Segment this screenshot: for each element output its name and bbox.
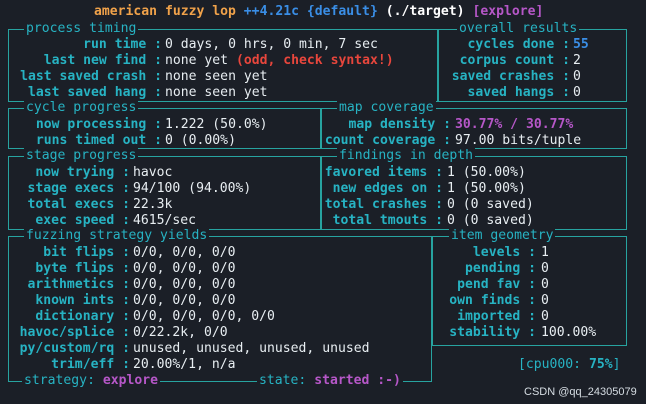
total-execs-value: 22.3k — [133, 197, 173, 212]
exec-speed-value: 4615/sec — [133, 213, 197, 228]
strategy-row-value: 0/0, 0/0, 0/0 — [133, 261, 236, 276]
last-new-find-row: none yet (odd, check syntax!) — [165, 53, 394, 69]
strategy-row-label: dictionary : — [35, 309, 130, 324]
strategy-yields-title: fuzzing strategy yields — [24, 228, 210, 244]
state-label: state: — [259, 373, 307, 388]
corpus-count-value: 2 — [573, 53, 581, 68]
cpu-value: 75% — [588, 357, 613, 372]
item-geometry-title: item geometry — [449, 228, 556, 244]
stage-execs-value: 94/100 (94.00%) — [133, 181, 252, 196]
stage-execs-label: stage execs : — [27, 181, 130, 196]
map-density-label: map density : — [348, 117, 451, 132]
favored-items-label: favored items : — [324, 165, 443, 180]
app-name: american fuzzy lop — [94, 4, 236, 19]
overall-results-title: overall results — [457, 21, 580, 37]
levels-label: levels : — [472, 245, 536, 260]
imported-value: 0 — [541, 309, 549, 324]
cpu-indicator: [cpu000: 75%] — [518, 357, 621, 373]
last-saved-crash-value: none seen yet — [165, 69, 268, 84]
syntax-warning: (odd, check syntax!) — [235, 53, 394, 68]
corpus-count-label: corpus count : — [459, 53, 570, 68]
last-new-find-label: last new find : — [43, 53, 162, 68]
runs-timed-out-label: runs timed out : — [35, 133, 162, 148]
last-new-find-value: none yet — [165, 53, 229, 68]
own-finds-label: own finds : — [449, 293, 536, 308]
target-path: (./target) — [385, 4, 465, 19]
instance-name: {default} — [306, 4, 378, 19]
last-saved-hang-value: none seen yet — [165, 85, 268, 100]
total-tmouts-value: 0 (0 saved) — [447, 213, 534, 228]
strategy-row-label: trim/eff : — [51, 357, 130, 372]
strategy-row-value: 0/0, 0/0, 0/0 — [133, 245, 236, 260]
levels-value: 1 — [541, 245, 549, 260]
map-density-value: 30.77% / 30.77% — [455, 117, 574, 132]
run-time-value: 0 days, 0 hrs, 0 min, 7 sec — [165, 37, 378, 52]
stability-label: stability : — [449, 325, 536, 340]
saved-crashes-value: 0 — [573, 69, 581, 84]
saved-hangs-value: 0 — [573, 85, 581, 100]
findings-title: findings in depth — [337, 148, 476, 164]
cycles-done-label: cycles done : — [467, 37, 570, 52]
stage-progress-title: stage progress — [24, 148, 139, 164]
header: american fuzzy lop ++4.21c {default} (./… — [94, 4, 543, 20]
state-status: state: started :-) — [257, 373, 403, 389]
count-coverage-label: count coverage : — [324, 133, 451, 148]
strategy-row-label: havoc/splice : — [19, 325, 130, 340]
now-processing-label: now processing : — [35, 117, 162, 132]
count-coverage-value: 97.00 bits/tuple — [455, 133, 582, 148]
run-time-label: run time : — [83, 37, 162, 52]
strategy-row-value: 20.00%/1, n/a — [133, 357, 236, 372]
pending-value: 0 — [541, 261, 549, 276]
last-saved-crash-label: last saved crash : — [20, 69, 162, 84]
strategy-row-value: 0/0, 0/0, 0/0 — [133, 293, 236, 308]
favored-items-value: 1 (50.00%) — [447, 165, 526, 180]
pend-fav-label: pend fav : — [457, 277, 536, 292]
state-value: started :-) — [314, 373, 401, 388]
pending-label: pending : — [465, 261, 536, 276]
strategy-value: explore — [102, 373, 159, 388]
saved-hangs-label: saved hangs : — [467, 85, 570, 100]
strategy-status: strategy: explore — [22, 373, 161, 389]
watermark: CSDN @qq_24305079 — [524, 386, 637, 398]
strategy-row-label: py/custom/rq : — [19, 341, 130, 356]
last-saved-hang-label: last saved hang : — [27, 85, 162, 100]
pend-fav-value: 0 — [541, 277, 549, 292]
strategy-row-label: known ints : — [35, 293, 130, 308]
strategy-row-value: 0/22.2k, 0/0 — [133, 325, 228, 340]
saved-crashes-label: saved crashes : — [451, 69, 570, 84]
new-edges-on-label: new edges on : — [332, 181, 443, 196]
now-trying-value: havoc — [133, 165, 173, 180]
total-crashes-label: total crashes : — [324, 197, 443, 212]
cpu-prefix: [cpu000: — [518, 357, 582, 372]
strategy-row-label: bit flips : — [43, 245, 130, 260]
strategy-row-label: arithmetics : — [27, 277, 130, 292]
exec-speed-label: exec speed : — [35, 213, 130, 228]
strategy-row-value: 0/0, 0/0, 0/0 — [133, 277, 236, 292]
own-finds-value: 0 — [541, 293, 549, 308]
cycles-done-value: 55 — [573, 37, 589, 52]
total-crashes-value: 0 (0 saved) — [447, 197, 534, 212]
mode-badge: [explore] — [472, 4, 544, 19]
process-timing-title: process timing — [24, 21, 139, 37]
strategy-row-value: 0/0, 0/0, 0/0, 0/0 — [133, 309, 275, 324]
stability-value: 100.00% — [541, 325, 597, 340]
total-execs-label: total execs : — [27, 197, 130, 212]
strategy-row-value: unused, unused, unused, unused — [133, 341, 370, 356]
cpu-suffix: ] — [612, 357, 621, 372]
imported-label: imported : — [457, 309, 536, 324]
app-version: ++4.21c — [243, 4, 299, 19]
strategy-row-label: byte flips : — [35, 261, 130, 276]
new-edges-on-value: 1 (50.00%) — [447, 181, 526, 196]
cycle-progress-title: cycle progress — [24, 100, 139, 116]
map-coverage-title: map coverage — [337, 100, 436, 116]
strategy-label: strategy: — [24, 373, 95, 388]
runs-timed-out-value: 0 (0.00%) — [165, 133, 236, 148]
total-tmouts-label: total tmouts : — [332, 213, 443, 228]
now-processing-value: 1.222 (50.0%) — [165, 117, 268, 132]
now-trying-label: now trying : — [35, 165, 130, 180]
afl-status-screen: american fuzzy lop ++4.21c {default} (./… — [0, 0, 646, 404]
